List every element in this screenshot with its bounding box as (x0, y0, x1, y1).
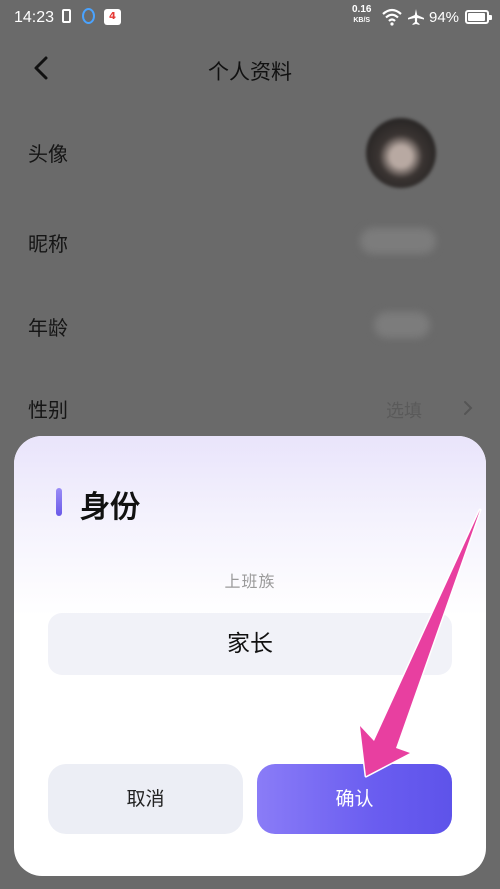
nickname-value (360, 228, 436, 254)
row-gender[interactable]: 性别 选填 (0, 378, 500, 438)
row-age[interactable]: 年龄 (0, 296, 500, 356)
chevron-right-icon (464, 401, 473, 415)
net-speed-value: 0.16 (352, 4, 372, 15)
sheet-title: 身份 (80, 490, 140, 525)
title-accent-bar (56, 488, 62, 516)
confirm-button[interactable]: 确认 (257, 764, 452, 834)
ring-icon (82, 8, 95, 24)
age-value (374, 312, 430, 338)
row-label: 头像 (28, 142, 68, 166)
net-speed-unit: KB/S (353, 17, 371, 24)
avatar[interactable] (366, 118, 436, 188)
status-bar: 14:23 4 0.16 KB/S 94% (0, 0, 500, 36)
page-title: 个人资料 (208, 60, 292, 84)
row-nickname[interactable]: 昵称 (0, 212, 500, 272)
row-label: 年龄 (28, 316, 68, 340)
row-avatar[interactable]: 头像 (0, 118, 500, 188)
status-time: 14:23 (14, 9, 55, 26)
notification-badge-icon: 4 (104, 9, 121, 25)
identity-bottom-sheet: 身份 上班族 家长 取消 确认 (14, 436, 486, 876)
cancel-button[interactable]: 取消 (48, 764, 243, 834)
header: 个人资料 (0, 40, 500, 96)
picker-option-selected[interactable]: 家长 (48, 613, 452, 675)
vibrate-icon (62, 9, 71, 23)
battery-icon (465, 10, 492, 24)
net-speed: 0.16 KB/S (352, 5, 371, 26)
row-label: 昵称 (28, 232, 68, 256)
picker-option-previous[interactable]: 上班族 (14, 568, 486, 592)
wifi-icon (382, 8, 402, 26)
airplane-mode-icon (408, 9, 424, 25)
battery-percent: 94% (429, 9, 460, 26)
gender-value: 选填 (386, 401, 422, 422)
row-label: 性别 (28, 398, 68, 422)
battery-level (468, 13, 485, 21)
